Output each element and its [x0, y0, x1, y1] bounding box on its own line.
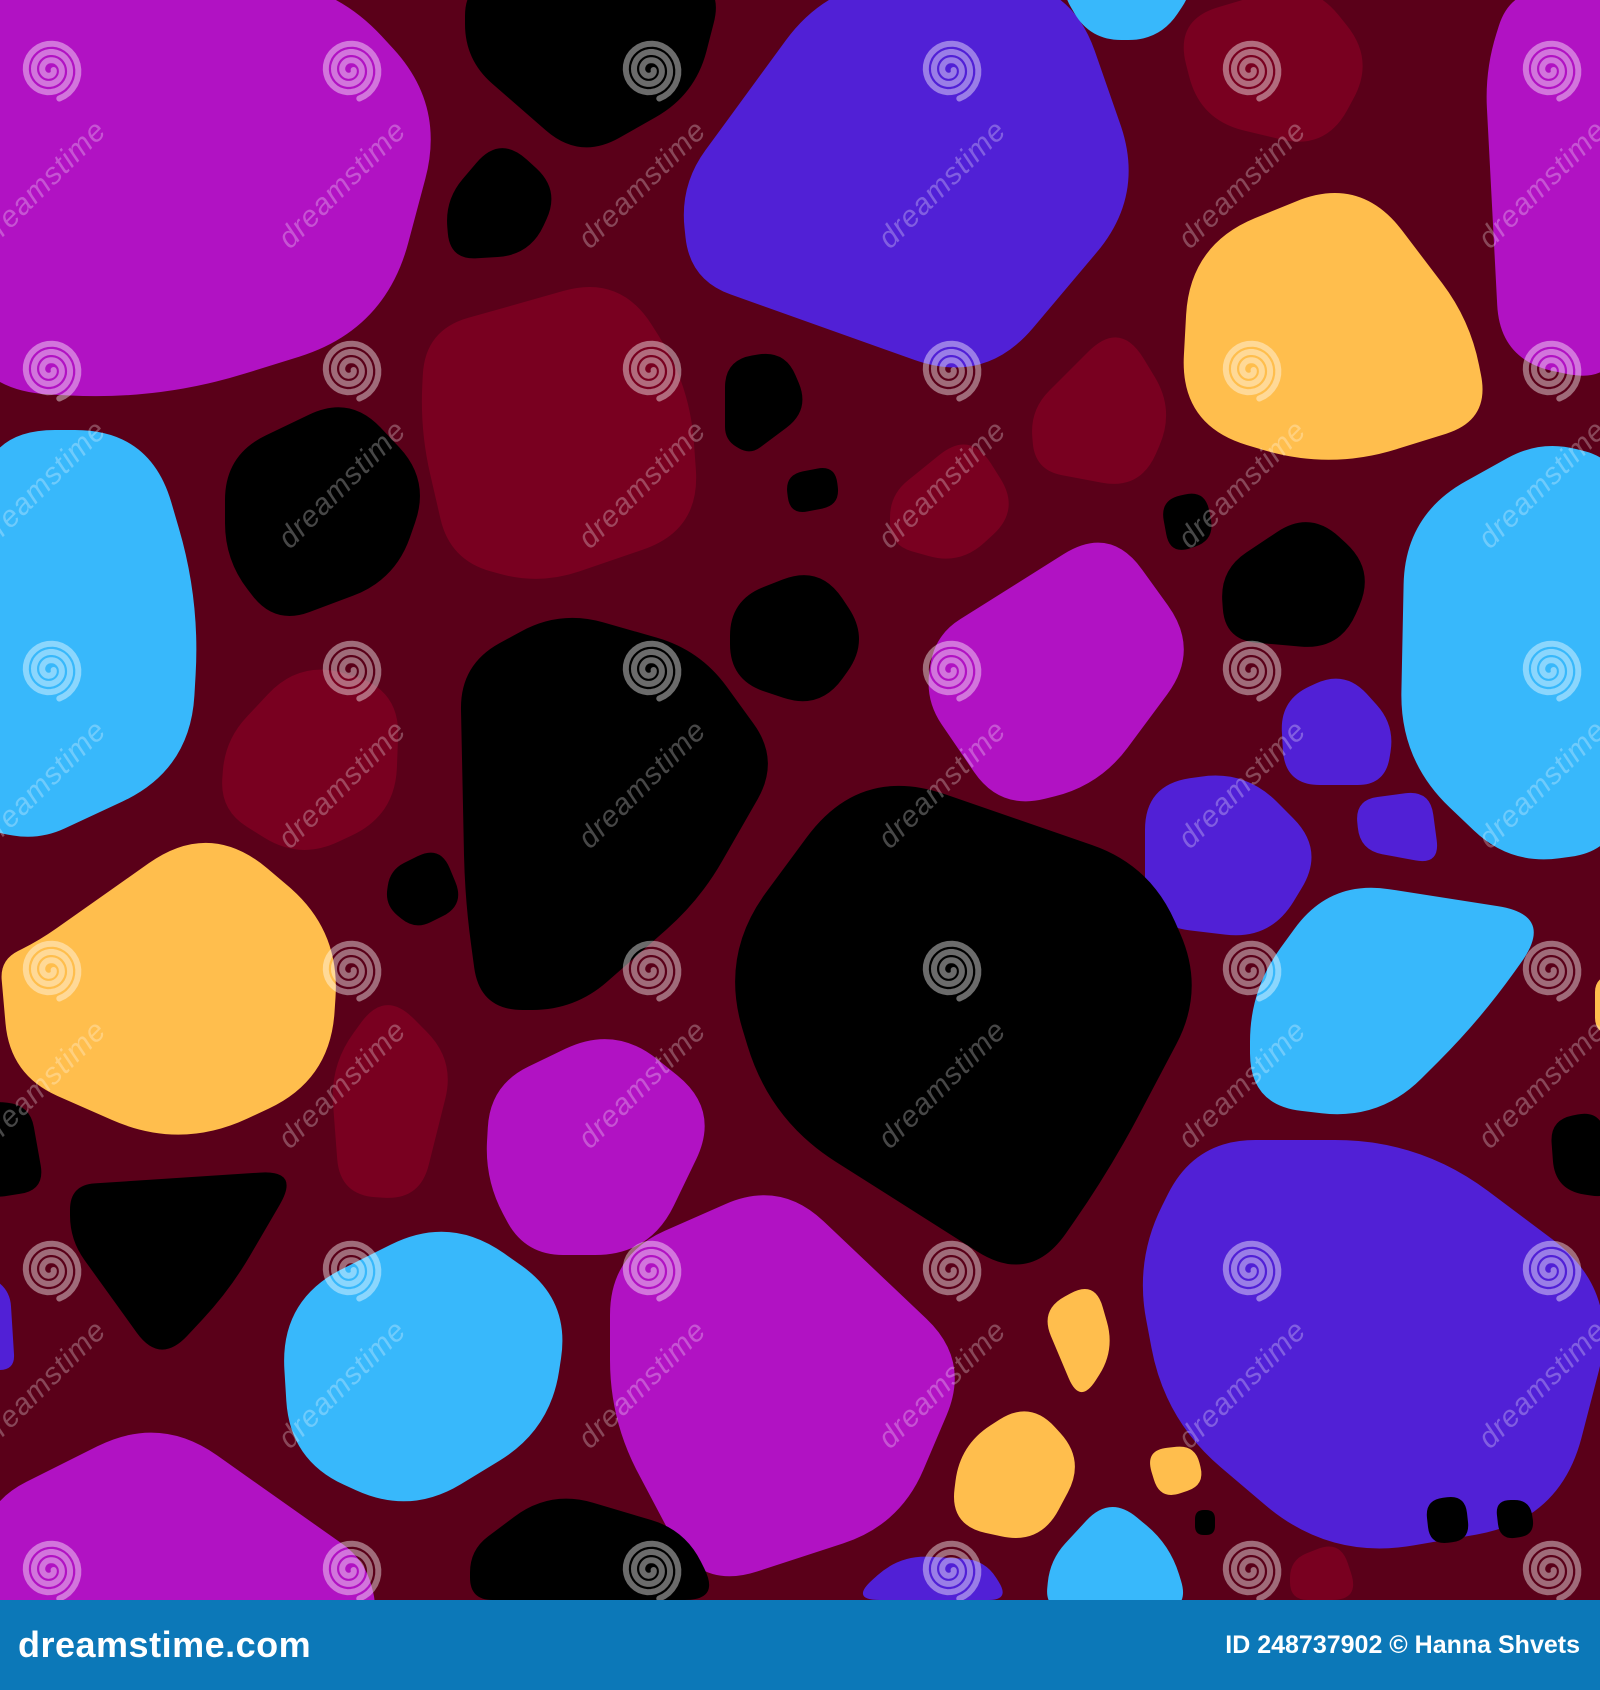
spiral-logo-icon [622, 940, 682, 1002]
spiral-logo-icon [922, 640, 982, 702]
spiral-logo-icon [322, 40, 382, 102]
spiral-logo-icon [1222, 340, 1282, 402]
spiral-logo-icon [922, 940, 982, 1002]
spiral-logo-icon [922, 1540, 982, 1600]
spiral-logo-icon [22, 1240, 82, 1302]
spiral-logo-icon [1522, 940, 1582, 1002]
spiral-logo-icon [22, 1540, 82, 1600]
spiral-logo-icon [922, 40, 982, 102]
crimson-stone [421, 287, 697, 579]
spiral-logo-icon [622, 1540, 682, 1600]
spiral-logo-icon [22, 40, 82, 102]
spiral-logo-icon [1222, 940, 1282, 1002]
stock-image: dreamstime dreamstime dreamstime dreamstime… [0, 0, 1600, 1690]
spiral-logo-icon [22, 940, 82, 1002]
footer-brand: dreamstime.com [18, 1624, 312, 1665]
stone-pattern: dreamstime dreamstime dreamstime dreamstime… [0, 0, 1600, 1600]
spiral-logo-icon [322, 340, 382, 402]
footer-credit: ID 248737902 © Hanna Shvets [1225, 1631, 1580, 1659]
black-stone [1496, 1500, 1534, 1539]
spiral-logo-icon [622, 1240, 682, 1302]
spiral-logo-icon [622, 340, 682, 402]
spiral-logo-icon [1522, 1240, 1582, 1302]
spiral-logo-icon [1522, 1540, 1582, 1600]
spiral-logo-icon [22, 640, 82, 702]
black-stone [787, 468, 839, 512]
spiral-logo-icon [1222, 1540, 1282, 1600]
spiral-logo-icon [322, 940, 382, 1002]
spiral-logo-icon [1222, 40, 1282, 102]
spiral-logo-icon [1522, 640, 1582, 702]
spiral-logo-icon [622, 40, 682, 102]
black-stone [1195, 1510, 1215, 1535]
spiral-logo-icon [322, 640, 382, 702]
spiral-logo-icon [22, 340, 82, 402]
spiral-logo-icon [922, 1240, 982, 1302]
spiral-logo-icon [922, 340, 982, 402]
spiral-logo-icon [322, 1240, 382, 1302]
spiral-logo-icon [322, 1540, 382, 1600]
spiral-logo-icon [1222, 640, 1282, 702]
stock-footer-bar: dreamstime.com ID 248737902 © Hanna Shve… [0, 1600, 1600, 1690]
black-stone [1426, 1497, 1469, 1544]
spiral-logo-icon [1522, 40, 1582, 102]
spiral-logo-icon [1522, 340, 1582, 402]
spiral-logo-icon [622, 640, 682, 702]
spiral-logo-icon [1222, 1240, 1282, 1302]
